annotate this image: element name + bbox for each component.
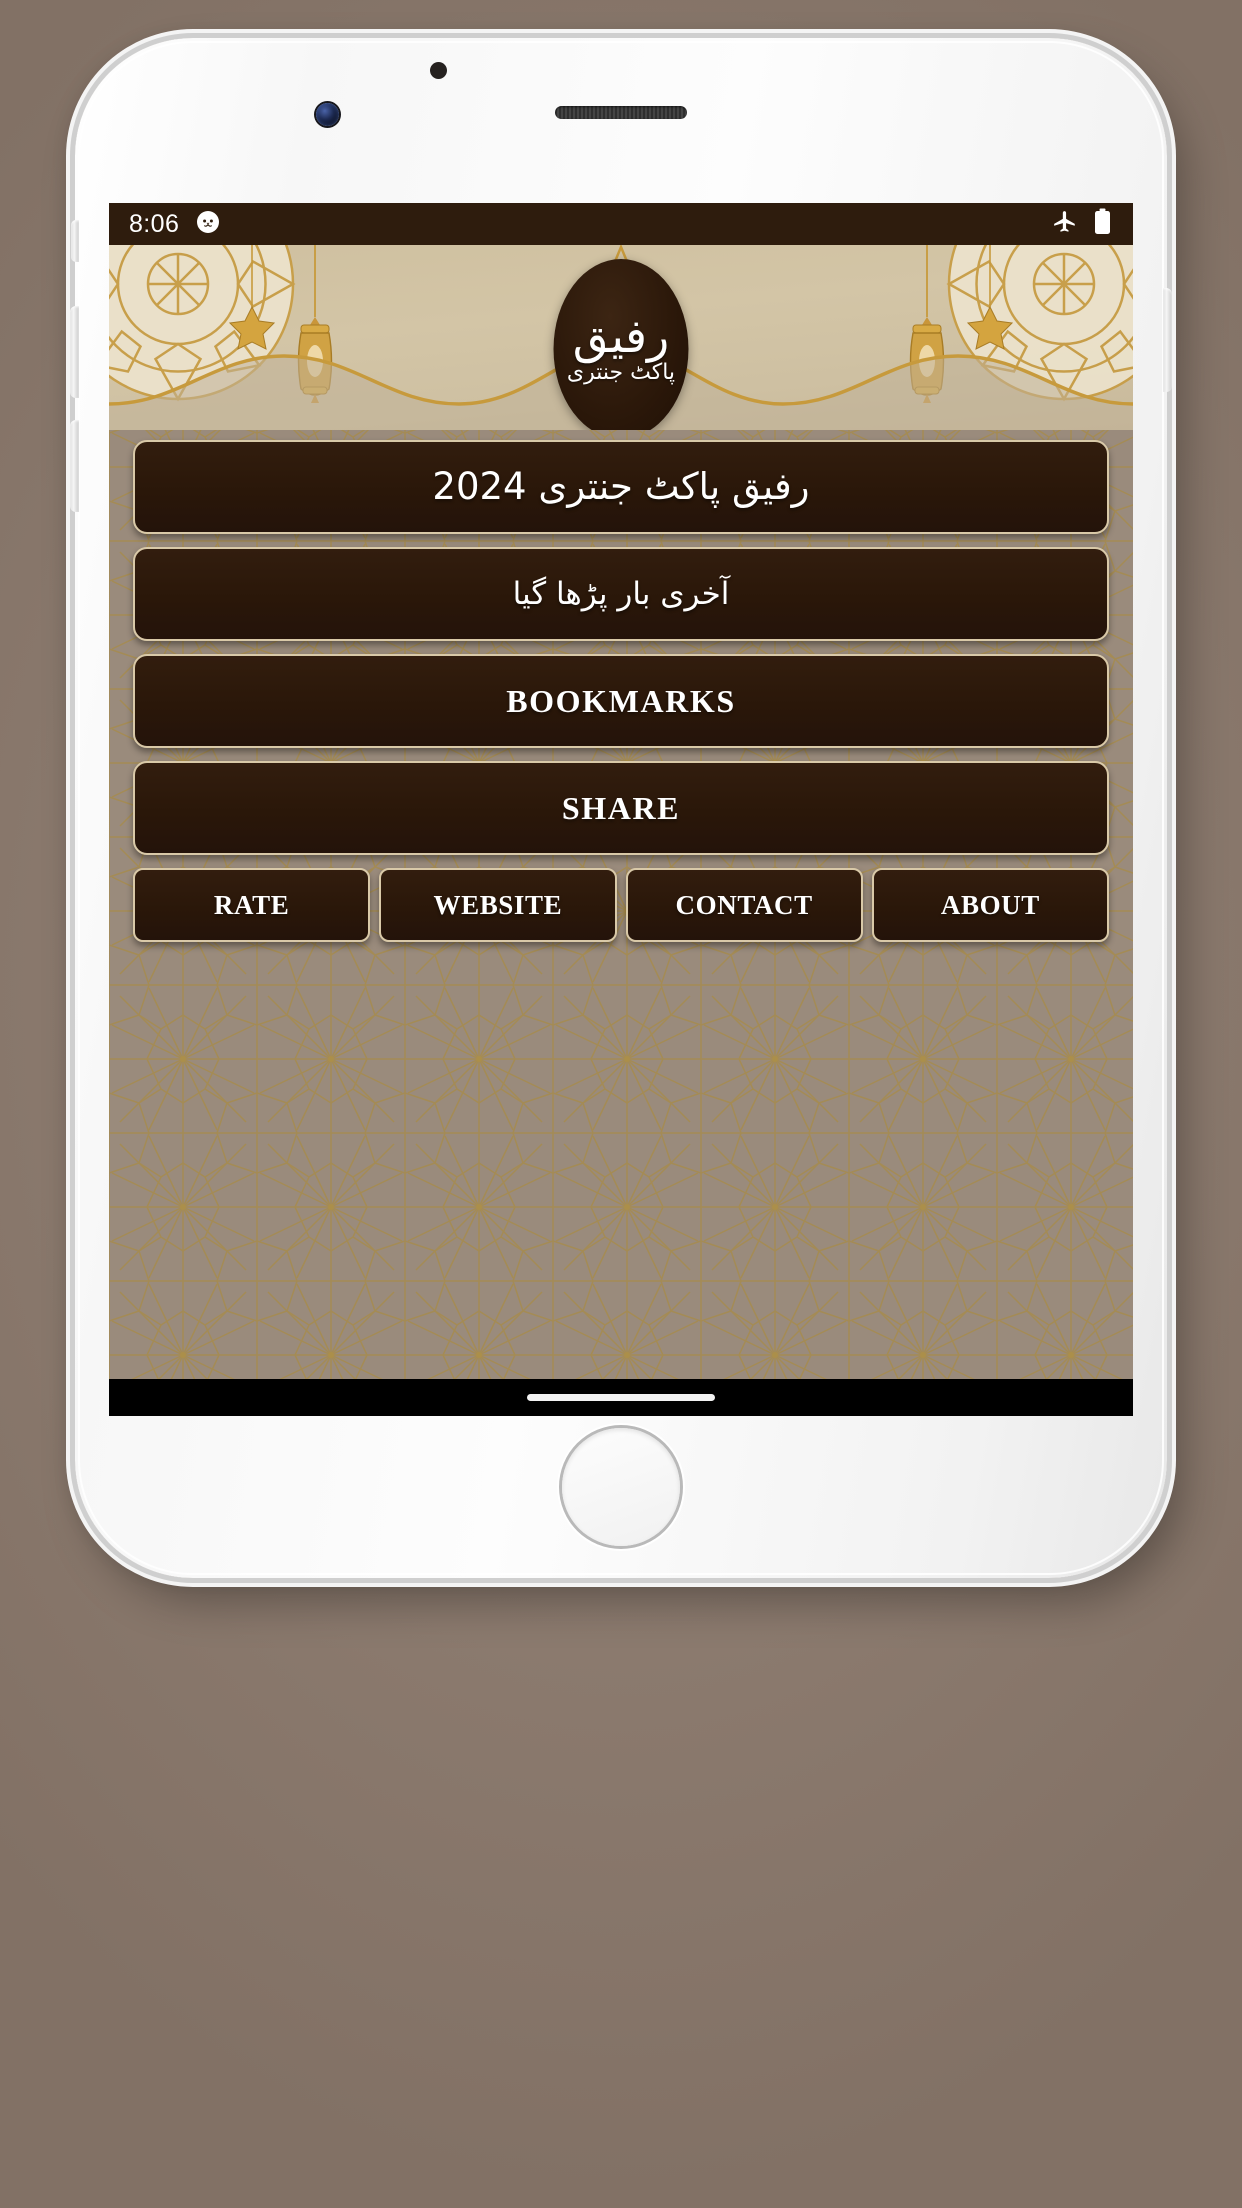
- jantri-2024-label: رفیق پاکٹ جنتری 2024: [432, 465, 810, 508]
- contact-button[interactable]: CONTACT: [625, 868, 863, 942]
- home-gesture-pill[interactable]: [527, 1394, 715, 1401]
- contact-label: CONTACT: [675, 890, 813, 920]
- home-button[interactable]: [562, 1428, 680, 1546]
- last-read-label: آخری بار پڑھا گیا: [512, 576, 730, 612]
- android-navigation-bar: [109, 1379, 1133, 1416]
- bookmarks-label: BOOKMARKS: [506, 683, 736, 719]
- logo-title-main: رفیق: [572, 308, 670, 363]
- app-logo-badge: رفیق پاکٹ جنتری: [553, 259, 689, 430]
- proximity-sensor: [430, 62, 447, 79]
- status-bar: 8:06: [109, 203, 1133, 245]
- volume-up-button[interactable]: [70, 306, 79, 398]
- last-read-button[interactable]: آخری بار پڑھا گیا: [133, 547, 1109, 641]
- share-button[interactable]: SHARE: [133, 761, 1109, 855]
- secondary-menu-row: RATE WEBSITE CONTACT ABOUT: [133, 868, 1109, 942]
- about-label: ABOUT: [940, 890, 1040, 920]
- earpiece-speaker: [555, 106, 687, 119]
- rate-label: RATE: [213, 890, 290, 920]
- power-button[interactable]: [1163, 288, 1172, 392]
- app-header-banner: رفیق پاکٹ جنتری: [109, 245, 1133, 430]
- volume-down-button[interactable]: [70, 420, 79, 512]
- phone-device-frame: 8:06 رفیق پاکٹ جنتری رفیق پاکٹ جنتری 202…: [70, 38, 1172, 1578]
- jantri-2024-button[interactable]: رفیق پاکٹ جنتری 2024: [133, 440, 1109, 534]
- desktop-backdrop: 8:06 رفیق پاکٹ جنتری رفیق پاکٹ جنتری 202…: [0, 0, 1242, 2208]
- share-label: SHARE: [561, 790, 681, 826]
- website-button[interactable]: WEBSITE: [379, 868, 617, 942]
- front-camera: [316, 103, 339, 126]
- battery-full-icon: [1094, 208, 1111, 240]
- status-bar-clock: 8:06: [129, 209, 180, 238]
- phone-screen: 8:06 رفیق پاکٹ جنتری رفیق پاکٹ جنتری 202…: [109, 203, 1133, 1416]
- main-menu: رفیق پاکٹ جنتری 2024 آخری بار پڑھا گیا B…: [109, 430, 1133, 942]
- status-bar-right: [1052, 208, 1111, 240]
- airplane-mode-icon: [1052, 209, 1078, 240]
- cat-face-notification-icon[interactable]: [195, 209, 221, 240]
- logo-title-sub: پاکٹ جنتری: [566, 359, 676, 385]
- rate-button[interactable]: RATE: [133, 868, 371, 942]
- silent-switch[interactable]: [71, 220, 79, 262]
- status-bar-left: 8:06: [129, 209, 221, 240]
- website-label: WEBSITE: [433, 890, 563, 920]
- about-button[interactable]: ABOUT: [871, 868, 1109, 942]
- bookmarks-button[interactable]: BOOKMARKS: [133, 654, 1109, 748]
- app-content: رفیق پاکٹ جنتری رفیق پاکٹ جنتری 2024 آخر…: [109, 245, 1133, 1379]
